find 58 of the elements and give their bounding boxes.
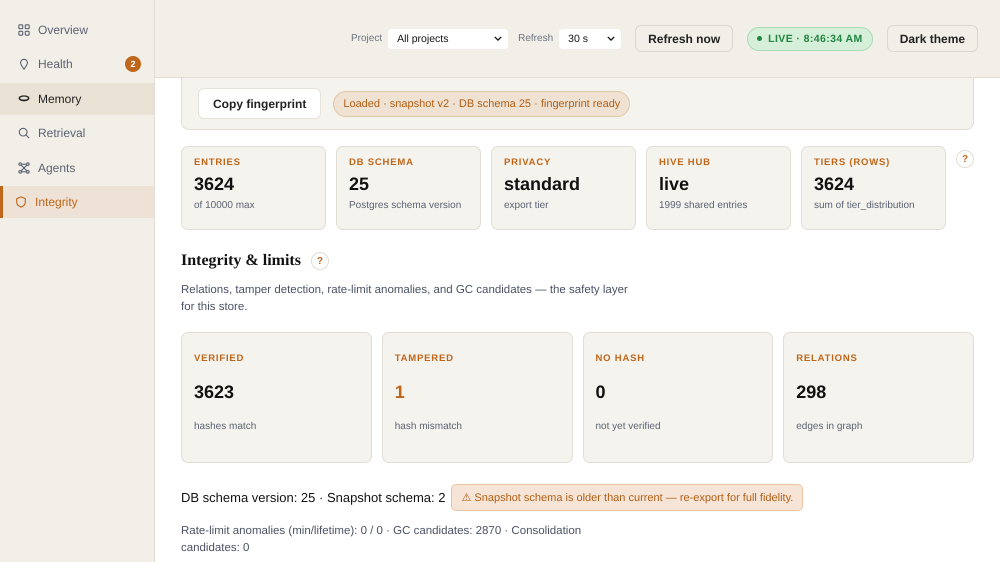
stat-note: export tier <box>504 200 548 211</box>
help-button[interactable]: ? <box>310 252 329 270</box>
stat-value: standard <box>504 174 580 195</box>
help-button[interactable]: ? <box>956 150 974 168</box>
status-pill: Loaded · snapshot v2 · DB schema 25 · fingerprint ready <box>333 90 630 116</box>
network-icon <box>18 162 30 174</box>
sidebar-item[interactable]: Memory <box>0 82 154 115</box>
section-title: Integrity & limits <box>181 252 301 270</box>
metric-label: TAMPERED <box>394 353 454 364</box>
count-badge: 2 <box>125 56 141 72</box>
stat-value: 3624 <box>814 174 854 195</box>
schema-version-text: DB schema version: 25 · Snapshot schema: 2 <box>181 490 446 505</box>
stat-note: Postgres schema version <box>349 200 462 211</box>
sidebar-item[interactable]: Integrity <box>0 186 154 218</box>
shield-icon <box>15 196 27 208</box>
live-status: LIVE · 8:46:34 AM <box>747 26 873 50</box>
metric-value: 298 <box>796 382 826 403</box>
metric-note: edges in graph <box>796 421 862 432</box>
stat-note: sum of tier_distribution <box>814 200 915 211</box>
stat-label: TIERS (ROWS) <box>814 157 890 168</box>
sidebar-item[interactable]: Agents <box>0 152 154 184</box>
chevron-icon <box>494 36 502 41</box>
stat-label: DB SCHEMA <box>349 157 414 168</box>
stat-value: live <box>659 174 690 195</box>
project-label: Project <box>351 33 382 44</box>
metric-note: hash mismatch <box>394 421 462 432</box>
chevron-icon <box>607 36 616 41</box>
sidebar-item[interactable]: Health 2 <box>0 48 154 80</box>
search-icon <box>18 127 30 140</box>
limits-text: Rate-limit anomalies (min/lifetime): 0 / 0 · GC candidates: 2870 · Consolidation candidates: 0 <box>181 524 582 556</box>
stat-value: 3624 <box>194 174 234 195</box>
status-dot <box>757 36 762 41</box>
section-description: Relations, tamper detection, rate-limit anomalies, and GC candidates — the safety layer for this store. <box>181 283 629 315</box>
sidebar-item[interactable]: Retrieval <box>0 117 154 150</box>
metric-value: 0 <box>596 382 606 403</box>
theme-button[interactable]: Dark theme <box>886 25 978 52</box>
stat-label: ENTRIES <box>194 157 241 168</box>
refresh-button[interactable]: Refresh now <box>635 25 734 52</box>
sidebar-item[interactable]: Overview <box>0 14 154 46</box>
stat-value: 25 <box>349 174 370 195</box>
metric-note: hashes match <box>194 421 256 432</box>
project-select[interactable]: All projects <box>388 28 508 48</box>
stat-label: PRIVACY <box>504 157 552 168</box>
metric-note: not yet verified <box>596 421 661 432</box>
stat-label: HIVE HUB <box>659 157 711 168</box>
refresh-select[interactable]: 30 s <box>559 28 622 48</box>
grid-icon <box>18 24 30 36</box>
metric-value: 1 <box>394 382 405 403</box>
stat-note: of 10000 max <box>194 200 255 211</box>
metric-label: VERIFIED <box>194 353 244 364</box>
refresh-label: Refresh <box>518 33 554 44</box>
metric-label: NO HASH <box>596 353 645 364</box>
metric-value: 3623 <box>194 382 234 403</box>
warning-banner: ⚠ Snapshot schema is older than current — re-export for full fidelity. <box>451 484 804 511</box>
metric-label: RELATIONS <box>796 353 858 364</box>
copy-button[interactable]: Copy fingerprint <box>198 88 322 119</box>
pin-icon <box>18 58 30 70</box>
stat-note: 1999 shared entries <box>659 200 748 211</box>
